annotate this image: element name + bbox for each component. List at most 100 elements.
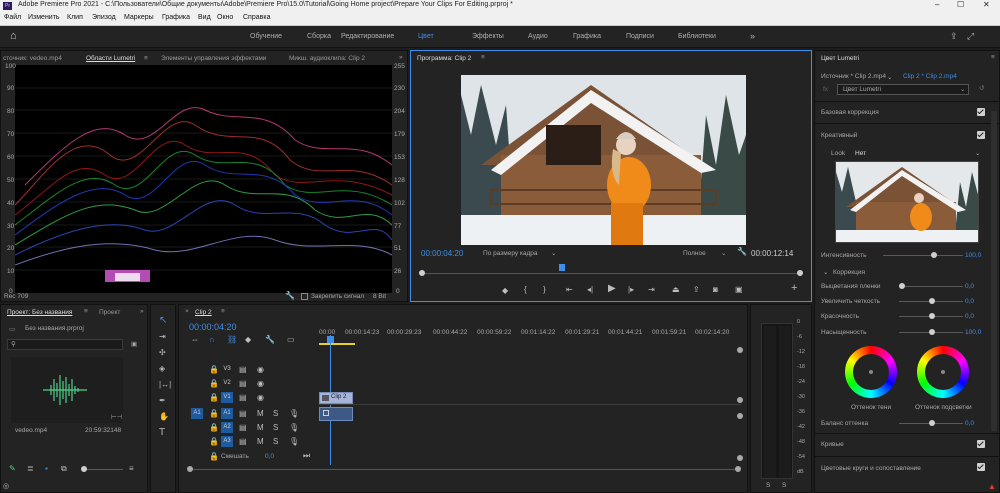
menu-icon[interactable]: ≡ <box>481 54 485 61</box>
track-label-v1[interactable]: V1 <box>221 392 233 403</box>
more-workspaces-icon[interactable]: » <box>750 31 755 41</box>
pen-icon[interactable]: ✎ <box>9 465 16 473</box>
linked-selection-icon[interactable]: ⛓ <box>227 336 237 344</box>
menu-clip[interactable]: Клип <box>67 14 83 21</box>
sharpen-value[interactable]: 0,0 <box>965 298 974 305</box>
workspace-effects[interactable]: Эффекты <box>472 33 504 40</box>
eye-icon[interactable]: ◉ <box>257 394 264 402</box>
clip-thumbnail[interactable] <box>11 357 123 423</box>
sort-icon[interactable]: ≡ <box>129 465 134 473</box>
close-icon[interactable]: ✕ <box>983 0 990 9</box>
bit-depth-select[interactable]: 8 Bit <box>373 293 386 300</box>
timeline-zoom-left[interactable] <box>187 466 193 472</box>
vibrance-value[interactable]: 0,0 <box>965 313 974 320</box>
workspace-audio[interactable]: Аудио <box>528 33 548 40</box>
track-select-tool-icon[interactable]: ⇥ <box>159 333 166 341</box>
playhead-timecode[interactable]: 00:00:04:20 <box>421 249 463 258</box>
mute-icon[interactable]: M <box>257 410 264 418</box>
sharpen-knob[interactable] <box>929 298 935 304</box>
chevron-down-icon[interactable]: ⌄ <box>551 249 556 257</box>
vertical-zoom-mid2[interactable] <box>737 413 743 419</box>
tab-sequence[interactable]: Clip 2 <box>195 309 212 316</box>
add-marker-icon[interactable]: ◆ <box>245 336 251 344</box>
tab-audio-clip-mixer[interactable]: Микш. аудиоклипа: Clip 2 <box>289 55 365 62</box>
eye-icon[interactable]: ◉ <box>257 380 264 388</box>
pen-tool-icon[interactable]: ✒ <box>159 397 166 405</box>
lock-icon[interactable]: 🔒 <box>209 453 219 461</box>
faded-film-value[interactable]: 0,0 <box>965 283 974 290</box>
program-playhead[interactable] <box>559 264 565 271</box>
workspace-graphics[interactable]: Графика <box>573 33 601 40</box>
extract-icon[interactable]: ⇪ <box>693 286 700 294</box>
menu-file[interactable]: Файл <box>4 14 21 21</box>
shadow-tint-wheel[interactable] <box>845 346 897 398</box>
mute-icon[interactable]: M <box>257 438 264 446</box>
mix-value[interactable]: 0,0 <box>265 453 274 460</box>
track-label-a1[interactable]: A1 <box>221 408 233 419</box>
scrub-end-handle[interactable] <box>797 270 803 276</box>
lock-icon[interactable]: 🔒 <box>209 410 219 418</box>
new-bin-icon[interactable]: ▣ <box>131 340 137 348</box>
tint-balance-knob[interactable] <box>929 420 935 426</box>
export-icon[interactable]: ⇪ <box>950 31 958 42</box>
track-label-a3[interactable]: A3 <box>221 436 233 447</box>
vertical-zoom-top[interactable] <box>737 347 743 353</box>
go-to-out-icon[interactable]: ⇥ <box>648 286 655 294</box>
wrench-icon[interactable]: 🔧 <box>285 292 295 300</box>
sequence-clip-link[interactable]: Clip 2 * Clip 2.mp4 <box>903 73 957 80</box>
sync-lock-icon[interactable]: ▤ <box>239 366 247 374</box>
maximize-icon[interactable]: ☐ <box>957 0 964 9</box>
solo-icon[interactable]: S <box>273 424 278 432</box>
microphone-icon[interactable]: 🎙 <box>289 438 299 446</box>
solo-icon[interactable]: S <box>273 438 278 446</box>
tab-source[interactable]: сточник: vedeo.mp4 <box>3 55 62 62</box>
sync-lock-icon[interactable]: ▤ <box>239 394 247 402</box>
menu-view[interactable]: Вид <box>198 14 211 21</box>
program-scrub-bar[interactable] <box>421 273 801 274</box>
faded-film-slider[interactable] <box>899 286 963 287</box>
mute-icon[interactable]: M <box>257 424 264 432</box>
fit-select[interactable]: По размеру кадра <box>483 250 538 257</box>
chevron-down-icon[interactable]: ⌄ <box>887 73 892 81</box>
mark-out-icon[interactable]: } <box>543 286 546 294</box>
vertical-zoom-mid[interactable] <box>737 397 743 403</box>
workspace-color[interactable]: Цвет <box>418 33 434 40</box>
ripple-edit-tool-icon[interactable]: ✣ <box>159 349 166 357</box>
solo-left-button[interactable]: S <box>766 482 770 489</box>
time-ruler[interactable]: 00:00 00:00:14:23 00:00:29:23 00:00:44:2… <box>319 327 741 349</box>
track-label-v3[interactable]: V3 <box>221 364 233 375</box>
solo-icon[interactable]: S <box>273 410 278 418</box>
menu-icon[interactable]: ≡ <box>84 308 88 315</box>
go-to-end-icon[interactable]: ⏭ <box>303 452 310 460</box>
lock-icon[interactable]: 🔒 <box>209 438 219 446</box>
video-clip[interactable]: Clip 2 <box>319 392 353 404</box>
timeline-zoom-right[interactable] <box>735 466 741 472</box>
work-area-bar[interactable] <box>319 343 355 345</box>
mark-in-icon[interactable]: { <box>524 286 527 294</box>
workspace-assembly[interactable]: Сборка <box>307 33 331 40</box>
minimize-icon[interactable]: – <box>935 0 939 9</box>
creative-checkbox[interactable] <box>977 131 985 139</box>
play-icon[interactable]: ▶ <box>608 284 616 294</box>
lock-icon[interactable]: 🔒 <box>209 380 219 388</box>
saturation-value[interactable]: 100,0 <box>965 329 981 336</box>
project-search-input[interactable]: ⚲ <box>7 339 123 350</box>
menu-window[interactable]: Окно <box>217 14 233 21</box>
sync-lock-icon[interactable]: ▤ <box>239 438 247 446</box>
highlight-tint-wheel[interactable] <box>917 346 969 398</box>
close-icon[interactable]: × <box>185 308 189 315</box>
tab-project[interactable]: Проект: Без названия <box>7 309 72 316</box>
hand-tool-icon[interactable]: ✋ <box>159 413 169 421</box>
workspace-editing[interactable]: Редактирование <box>341 33 394 40</box>
basic-correction-checkbox[interactable] <box>977 108 985 116</box>
intensity-value[interactable]: 100,0 <box>965 252 981 259</box>
section-curves[interactable]: Кривые <box>821 441 844 448</box>
tab-lumetri-scopes[interactable]: Области Lumetri <box>86 55 135 62</box>
add-marker-icon[interactable]: ◆ <box>502 287 508 295</box>
intensity-slider[interactable] <box>883 255 963 256</box>
nest-icon[interactable]: ⇔ <box>191 336 199 344</box>
faded-film-knob[interactable] <box>899 283 905 289</box>
workspace-libraries[interactable]: Библиотеки <box>678 33 716 40</box>
lock-icon[interactable]: 🔒 <box>209 424 219 432</box>
section-creative[interactable]: Креативный <box>821 132 857 139</box>
